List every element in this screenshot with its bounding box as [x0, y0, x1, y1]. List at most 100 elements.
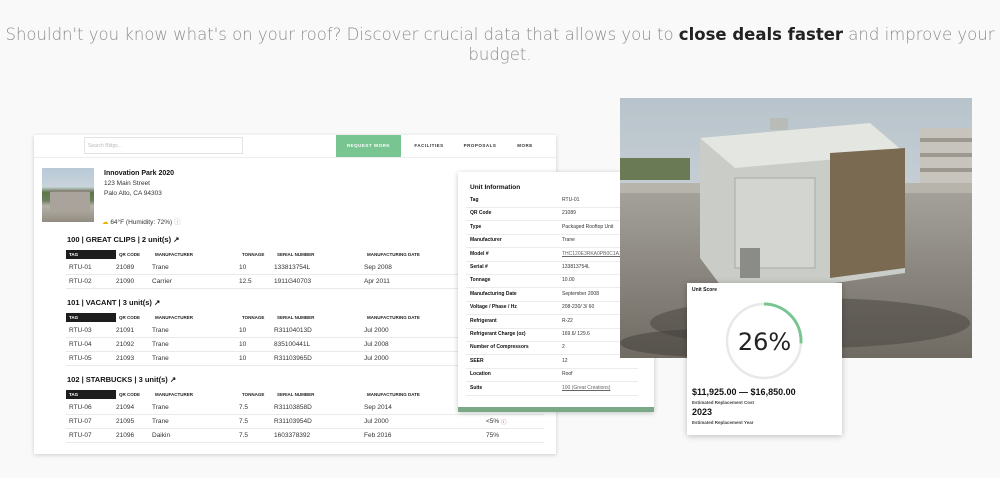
column-header[interactable]: MANUFACTURING DATE [367, 390, 420, 399]
nav-more[interactable]: MORE [507, 135, 543, 157]
table-row[interactable]: RTU-07 21096 Daikin 7.5 1603378392 Feb 2016 75… [66, 428, 544, 443]
table-cell: Carrier [152, 278, 172, 285]
unit-info-key: Location [470, 371, 491, 378]
table-cell: 1911G40703 [274, 278, 312, 285]
unit-info-key: Manufacturer [470, 237, 502, 244]
nav-request-work[interactable]: REQUEST WORK [336, 135, 401, 157]
info-icon[interactable]: ⓘ [174, 219, 181, 226]
table-cell: R31103965D [274, 355, 312, 362]
unit-score-title: Unit Score [692, 287, 718, 293]
table-cell: 1603378392 [274, 432, 311, 439]
replacement-year: 2023 [692, 407, 713, 417]
sun-icon: ☁ [102, 219, 109, 226]
table-cell: 10 [239, 341, 247, 348]
column-header[interactable]: MANUFACTURER [155, 390, 193, 399]
unit-info-value: 12 [562, 357, 568, 364]
unit-info-row: Location Roof [466, 368, 638, 383]
unit-info-key: QR Code [470, 210, 492, 217]
table-cell: 21091 [116, 327, 135, 334]
table-cell: 21094 [116, 404, 135, 411]
unit-info-row: Voltage / Phase / Hz 208-230/ 3/ 60 [466, 301, 638, 316]
table-cell: Jul 2000 [364, 327, 389, 334]
column-header[interactable]: SERIAL NUMBER [277, 250, 314, 259]
unit-information-title: Unit Information [470, 184, 521, 191]
headline-pre: Shouldn't you know what's on your roof? … [5, 25, 679, 44]
unit-info-key: SEER [470, 357, 484, 364]
column-header[interactable]: TAG [66, 250, 116, 259]
table-cell: RTU-07 [69, 432, 92, 439]
column-header[interactable]: TONNAGE [242, 250, 264, 259]
nav-facilities[interactable]: FACILITIES [403, 135, 455, 157]
unit-info-key: Tonnage [470, 277, 491, 284]
table-header: TAG QR CODE MANUFACTURER TONNAGE SERIAL NUMB… [66, 313, 478, 322]
unit-info-key: Voltage / Phase / Hz [470, 304, 517, 311]
unit-info-value: 2 [562, 344, 565, 351]
table-cell: Feb 2016 [364, 432, 392, 439]
unit-info-key: Suite [470, 384, 483, 391]
column-header[interactable]: MANUFACTURER [155, 250, 193, 259]
table-cell: RTU-01 [69, 264, 92, 271]
weather-text: 64°F (Humidity: 72%) [110, 219, 173, 226]
unit-info-value: 10.00 [562, 277, 575, 284]
column-header[interactable]: MANUFACTURER [155, 313, 193, 322]
group-title[interactable]: 100 | GREAT CLIPS | 2 unit(s) ↗ [67, 235, 179, 244]
table-cell: Jul 2008 [364, 341, 389, 348]
table-cell: Jul 2000 [364, 355, 389, 362]
table-cell: 10 [239, 264, 247, 271]
unit-info-key: Number of Compressors [470, 344, 529, 351]
table-cell: 7.5 [239, 432, 249, 439]
column-header[interactable]: QR CODE [119, 313, 140, 322]
score-percent: 26% [737, 328, 792, 356]
column-header[interactable]: MANUFACTURING DATE [367, 250, 420, 259]
column-header[interactable]: MANUFACTURING DATE [367, 313, 420, 322]
column-header[interactable]: TONNAGE [242, 390, 264, 399]
unit-info-key: Refrigerant [470, 317, 497, 324]
search-input[interactable]: Search Bldgs... [84, 137, 243, 154]
unit-info-value[interactable]: 100 (Great Creations) [562, 385, 610, 391]
headline: Shouldn't you know what's on your roof? … [0, 25, 1000, 65]
unit-info-row: Manufacturer Trane [466, 234, 638, 249]
column-header[interactable]: TAG [66, 390, 116, 399]
table-cell: <5% [486, 418, 500, 425]
table-cell: 133813754L [274, 264, 311, 271]
nav-proposals[interactable]: PROPOSALS [455, 135, 505, 157]
column-header[interactable]: TONNAGE [242, 313, 264, 322]
table-cell: 75% [486, 432, 500, 439]
table-cell: Trane [152, 404, 169, 411]
building-address-line1: 123 Main Street [104, 180, 150, 187]
table-cell: Daikin [152, 432, 171, 439]
table-cell: 21090 [116, 278, 135, 285]
unit-info-value: Trane [562, 237, 575, 244]
table-cell: Trane [152, 341, 169, 348]
table-cell: Trane [152, 264, 169, 271]
column-header[interactable]: QR CODE [119, 250, 140, 259]
table-header: TAG QR CODE MANUFACTURER TONNAGE SERIAL NUMB… [66, 250, 478, 259]
table-cell: RTU-06 [69, 404, 92, 411]
table-cell: RTU-04 [69, 341, 92, 348]
table-cell: RTU-03 [69, 327, 92, 334]
table-cell: Trane [152, 418, 169, 425]
unit-info-value[interactable]: THC120E3RKA0PB0C1A1A0 [562, 251, 628, 257]
unit-info-row: Refrigerant Charge (oz) 169.6/ 129.6 [466, 328, 638, 342]
table-cell: RTU-07 [69, 418, 92, 425]
column-header[interactable]: TAG [66, 313, 116, 322]
group-title[interactable]: 101 | VACANT | 3 unit(s) ↗ [67, 298, 160, 307]
unit-info-key: Serial # [470, 264, 488, 270]
unit-info-value: 133813754L [562, 264, 590, 270]
unit-info-key: Tag [470, 197, 479, 203]
unit-info-row: Manufacturing Date September 2008 [466, 288, 638, 302]
column-header[interactable]: QR CODE [119, 390, 140, 399]
warning-icon: ⓘ [501, 420, 507, 426]
unit-info-row: Tag RTU-01 [466, 194, 638, 208]
table-cell: RTU-02 [69, 278, 92, 285]
table-cell: 12.5 [239, 278, 252, 285]
group-title[interactable]: 102 | STARBUCKS | 3 unit(s) ↗ [67, 375, 176, 384]
unit-info-value: R-22 [562, 317, 573, 324]
table-row[interactable]: RTU-07 21095 Trane 7.5 R31103954D Jul 2000 <5%… [66, 414, 544, 429]
column-header[interactable]: SERIAL NUMBER [277, 390, 314, 399]
table-cell: Trane [152, 327, 169, 334]
unit-info-value: Packaged Rooftop Unit [562, 223, 614, 230]
column-header[interactable]: SERIAL NUMBER [277, 313, 314, 322]
table-cell: RTU-05 [69, 355, 92, 362]
table-header: TAG QR CODE MANUFACTURER TONNAGE SERIAL NUMB… [66, 390, 478, 399]
